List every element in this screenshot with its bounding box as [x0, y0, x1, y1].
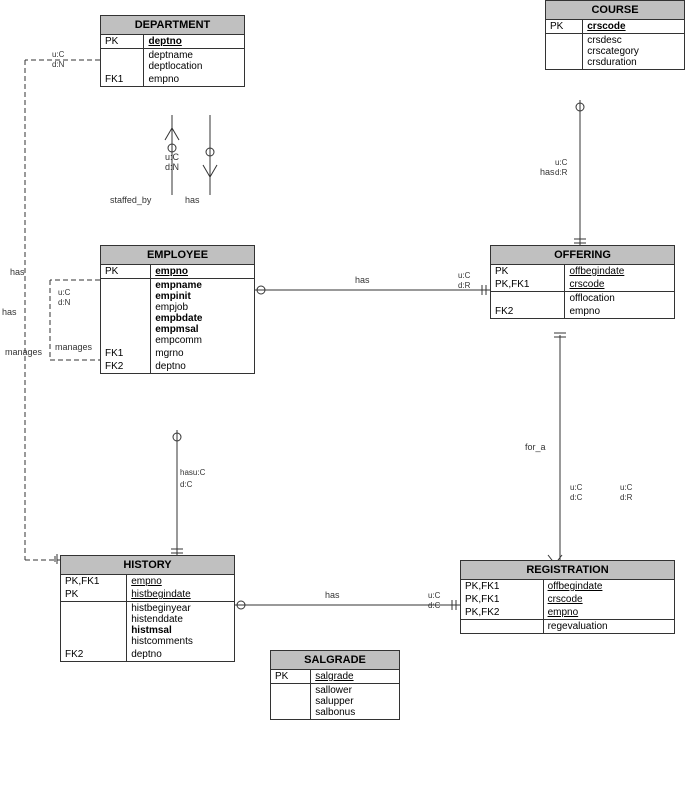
svg-text:has: has	[540, 167, 555, 177]
department-entity: DEPARTMENT PK deptno deptnamedeptlocatio…	[100, 15, 245, 87]
svg-text:d:C: d:C	[428, 601, 441, 610]
svg-text:d:R: d:R	[555, 168, 568, 177]
svg-text:d:C: d:C	[570, 493, 583, 502]
svg-text:has: has	[355, 275, 370, 285]
svg-text:d:R: d:R	[620, 493, 633, 502]
table-row: PK empno	[101, 265, 254, 279]
table-row: PK,FK1 crscode	[491, 278, 674, 292]
table-row: PK,FK1 crscode	[461, 593, 674, 606]
offering-title: OFFERING	[491, 246, 674, 265]
svg-text:hasu:C: hasu:C	[180, 468, 206, 477]
svg-text:u:C: u:C	[620, 483, 633, 492]
svg-text:has: has	[2, 307, 17, 317]
svg-text:d:C: d:C	[180, 480, 193, 489]
table-row: empname empinit empjob empbdate empmsal …	[101, 279, 254, 348]
table-row: PK,FK1 offbegindate	[461, 580, 674, 593]
has-dept-label: has	[185, 195, 200, 205]
history-title: HISTORY	[61, 556, 234, 575]
course-entity: COURSE PK crscode crsdesccrscategorycrsd…	[545, 0, 685, 70]
svg-text:u:C: u:C	[52, 50, 65, 59]
table-row: PK,FK1 empno	[61, 575, 234, 588]
svg-text:has: has	[10, 267, 25, 277]
employee-entity: EMPLOYEE PK empno empname empinit empjob…	[100, 245, 255, 374]
svg-text:u:C: u:C	[458, 271, 471, 280]
pk-label: PK	[101, 35, 144, 49]
table-row: PK salgrade	[271, 670, 399, 684]
table-row: PK deptno	[101, 35, 244, 49]
table-row: sallowersaluppersalbonus	[271, 684, 399, 720]
salgrade-entity: SALGRADE PK salgrade sallowersaluppersal…	[270, 650, 400, 720]
table-row: deptnamedeptlocation	[101, 49, 244, 74]
registration-entity: REGISTRATION PK,FK1 offbegindate PK,FK1 …	[460, 560, 675, 634]
table-row: histbeginyear histenddate histmsal histc…	[61, 602, 234, 649]
table-row: FK2 deptno	[61, 648, 234, 661]
department-title: DEPARTMENT	[101, 16, 244, 35]
salgrade-title: SALGRADE	[271, 651, 399, 670]
svg-text:u:C: u:C	[428, 591, 441, 600]
table-row: FK2 deptno	[101, 360, 254, 373]
table-row: FK1 empno	[101, 73, 244, 86]
dept-emp-uc-label: u:C	[165, 152, 179, 162]
course-title: COURSE	[546, 1, 684, 20]
table-row: FK1 mgrno	[101, 347, 254, 360]
table-row: regevaluation	[461, 620, 674, 634]
table-row: PK offbegindate	[491, 265, 674, 278]
history-entity: HISTORY PK,FK1 empno PK histbegindate hi…	[60, 555, 235, 662]
erd-diagram: has manages u:C d:N has u:C d:N has u:C …	[0, 0, 690, 803]
staffed-by-label: staffed_by	[110, 195, 151, 205]
svg-text:d:N: d:N	[52, 60, 65, 69]
manages-label: manages	[55, 342, 92, 352]
svg-text:d:R: d:R	[458, 281, 471, 290]
offering-entity: OFFERING PK offbegindate PK,FK1 crscode …	[490, 245, 675, 319]
employee-title: EMPLOYEE	[101, 246, 254, 265]
table-row: PK crscode	[546, 20, 684, 34]
table-row: PK,FK2 empno	[461, 606, 674, 620]
attr-cell: deptno	[144, 35, 244, 49]
svg-text:u:C: u:C	[555, 158, 568, 167]
svg-text:u:C: u:C	[570, 483, 583, 492]
table-row: offlocation	[491, 292, 674, 306]
table-row: FK2 empno	[491, 305, 674, 318]
svg-text:for_a: for_a	[525, 442, 546, 452]
svg-text:u:C: u:C	[58, 288, 71, 297]
svg-text:manages: manages	[5, 347, 43, 357]
table-row: PK histbegindate	[61, 588, 234, 602]
svg-text:has: has	[325, 590, 340, 600]
dept-emp-dn-label: d:N	[165, 162, 179, 172]
table-row: crsdesccrscategorycrsduration	[546, 34, 684, 70]
svg-text:d:N: d:N	[58, 298, 71, 307]
registration-title: REGISTRATION	[461, 561, 674, 580]
